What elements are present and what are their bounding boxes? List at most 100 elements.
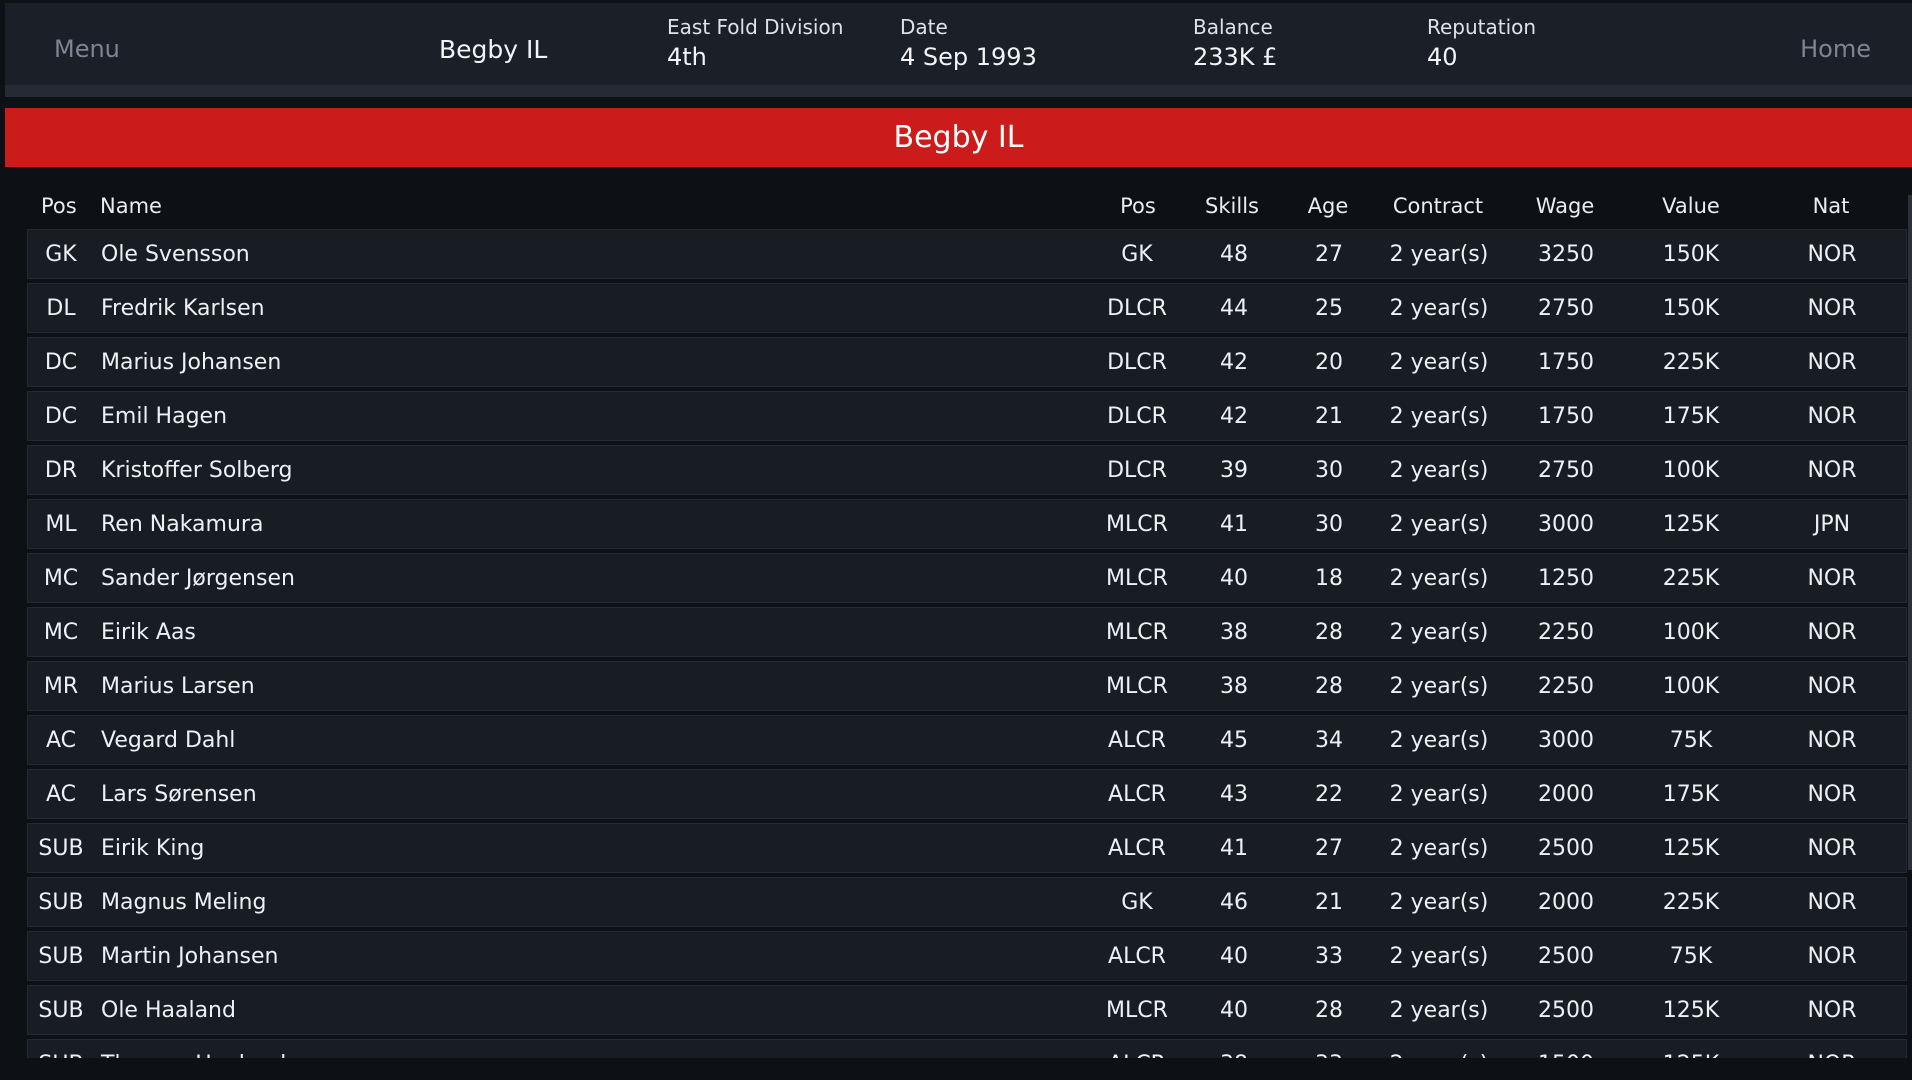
cell-value: 225K: [1662, 890, 1720, 915]
col-skills[interactable]: Skills: [1205, 194, 1259, 218]
cell-skills: 40: [1220, 998, 1248, 1023]
table-row[interactable]: SUB Martin Johansen ALCR 40 33 2 year(s) 2500 7…: [27, 931, 1907, 981]
cell-age: 27: [1315, 242, 1343, 267]
scrollbar[interactable]: [1908, 195, 1912, 870]
col-pos[interactable]: Pos: [1120, 194, 1156, 218]
table-row[interactable]: MC Eirik Aas MLCR 38 28 2 year(s) 2250 100K NOR: [27, 607, 1907, 657]
cell-age: 27: [1315, 836, 1343, 861]
cell-nat: NOR: [1807, 998, 1857, 1023]
cell-wage: 3250: [1538, 242, 1594, 267]
cell-contract: 2 year(s): [1389, 998, 1489, 1023]
top-bar: Menu Begby IL East Fold Division 4th Dat…: [5, 3, 1912, 85]
cell-wage: 2500: [1538, 944, 1594, 969]
cell-wage: 3000: [1538, 728, 1594, 753]
cell-age: 18: [1315, 566, 1343, 591]
cell-age: 30: [1315, 458, 1343, 483]
cell-contract: 2 year(s): [1389, 404, 1489, 429]
cell-pos: DLCR: [1107, 458, 1167, 483]
cell-nat: NOR: [1807, 620, 1857, 645]
cell-skills: 41: [1220, 836, 1248, 861]
cell-wage: 1750: [1538, 404, 1594, 429]
menu-button[interactable]: Menu: [54, 35, 120, 63]
table-row[interactable]: MR Marius Larsen MLCR 38 28 2 year(s) 2250 100K…: [27, 661, 1907, 711]
cell-age: 22: [1315, 782, 1343, 807]
bottom-edge: [0, 1058, 1912, 1080]
cell-age: 25: [1315, 296, 1343, 321]
cell-contract: 2 year(s): [1389, 458, 1489, 483]
cell-name: Eirik King: [101, 836, 205, 861]
table-row[interactable]: SUB Ole Haaland MLCR 40 28 2 year(s) 2500 125K N…: [27, 985, 1907, 1035]
cell-pos: ALCR: [1108, 728, 1166, 753]
table-row[interactable]: AC Lars Sørensen ALCR 43 22 2 year(s) 2000 175K…: [27, 769, 1907, 819]
cell-slot: DR: [44, 458, 78, 483]
col-name[interactable]: Name: [100, 194, 162, 218]
cell-value: 75K: [1669, 944, 1713, 969]
col-age[interactable]: Age: [1308, 194, 1349, 218]
balance-info: Balance 233K £: [1193, 14, 1277, 74]
cell-contract: 2 year(s): [1389, 566, 1489, 591]
cell-nat: NOR: [1807, 350, 1857, 375]
date-label: Date: [900, 15, 948, 39]
cell-value: 125K: [1662, 836, 1720, 861]
cell-contract: 2 year(s): [1389, 350, 1489, 375]
app-frame: Menu Begby IL East Fold Division 4th Dat…: [0, 0, 1912, 1080]
cell-contract: 2 year(s): [1389, 836, 1489, 861]
table-row[interactable]: MC Sander Jørgensen MLCR 40 18 2 year(s) 1250 2…: [27, 553, 1907, 603]
cell-pos: ALCR: [1108, 782, 1166, 807]
cell-skills: 42: [1220, 404, 1248, 429]
table-row[interactable]: SUB Eirik King ALCR 41 27 2 year(s) 2500 125K NO…: [27, 823, 1907, 873]
cell-nat: NOR: [1807, 566, 1857, 591]
home-button[interactable]: Home: [1800, 35, 1871, 63]
cell-name: Marius Larsen: [101, 674, 255, 699]
balance-label: Balance: [1193, 15, 1273, 39]
col-nat[interactable]: Nat: [1813, 194, 1850, 218]
table-row[interactable]: AC Vegard Dahl ALCR 45 34 2 year(s) 3000 75K NOR: [27, 715, 1907, 765]
club-name: Begby IL: [439, 35, 548, 64]
cell-contract: 2 year(s): [1389, 782, 1489, 807]
cell-value: 175K: [1662, 782, 1720, 807]
cell-skills: 46: [1220, 890, 1248, 915]
cell-contract: 2 year(s): [1389, 620, 1489, 645]
col-value[interactable]: Value: [1662, 194, 1720, 218]
cell-slot: DL: [46, 296, 76, 321]
cell-slot: SUB: [38, 836, 84, 861]
date-info: Date 4 Sep 1993: [900, 14, 1037, 74]
squad-table: Pos Name Pos Skills Age Contract Wage Va…: [0, 178, 1912, 1058]
cell-slot: AC: [45, 782, 77, 807]
col-slot[interactable]: Pos: [41, 194, 77, 218]
division-label: East Fold Division: [667, 15, 844, 39]
cell-nat: NOR: [1807, 890, 1857, 915]
cell-nat: NOR: [1807, 728, 1857, 753]
cell-wage: 2500: [1538, 998, 1594, 1023]
cell-value: 100K: [1662, 620, 1720, 645]
cell-value: 125K: [1662, 998, 1720, 1023]
table-row[interactable]: SUB Magnus Meling GK 46 21 2 year(s) 2000 225K N…: [27, 877, 1907, 927]
cell-slot: ML: [45, 512, 77, 537]
cell-age: 20: [1315, 350, 1343, 375]
col-wage[interactable]: Wage: [1536, 194, 1595, 218]
table-row[interactable]: DL Fredrik Karlsen DLCR 44 25 2 year(s) 2750 15…: [27, 283, 1907, 333]
cell-name: Emil Hagen: [101, 404, 228, 429]
table-row[interactable]: DC Emil Hagen DLCR 42 21 2 year(s) 1750 175K NOR: [27, 391, 1907, 441]
cell-skills: 38: [1220, 620, 1248, 645]
cell-pos: MLCR: [1106, 620, 1168, 645]
team-banner: Begby IL: [5, 108, 1912, 167]
table-row[interactable]: DC Marius Johansen DLCR 42 20 2 year(s) 1750 22…: [27, 337, 1907, 387]
table-row[interactable]: GK Ole Svensson GK 48 27 2 year(s) 3250 150K NOR: [27, 229, 1907, 279]
cell-skills: 44: [1220, 296, 1248, 321]
table-row[interactable]: DR Kristoffer Solberg DLCR 39 30 2 year(s) 275…: [27, 445, 1907, 495]
cell-wage: 2500: [1538, 836, 1594, 861]
cell-pos: GK: [1121, 890, 1153, 915]
cell-name: Ole Svensson: [101, 242, 250, 267]
cell-name: Ren Nakamura: [101, 512, 264, 537]
cell-value: 100K: [1662, 458, 1720, 483]
table-row[interactable]: SUBThomas HaalandALCR38332 year(s)150012…: [27, 1039, 1907, 1058]
cell-pos: DLCR: [1107, 296, 1167, 321]
cell-age: 21: [1315, 404, 1343, 429]
cell-skills: 38: [1220, 674, 1248, 699]
table-row[interactable]: ML Ren Nakamura MLCR 41 30 2 year(s) 3000 125K J…: [27, 499, 1907, 549]
col-contract[interactable]: Contract: [1393, 194, 1483, 218]
cell-pos: MLCR: [1106, 566, 1168, 591]
cell-skills: 42: [1220, 350, 1248, 375]
cell-value: 175K: [1662, 404, 1720, 429]
